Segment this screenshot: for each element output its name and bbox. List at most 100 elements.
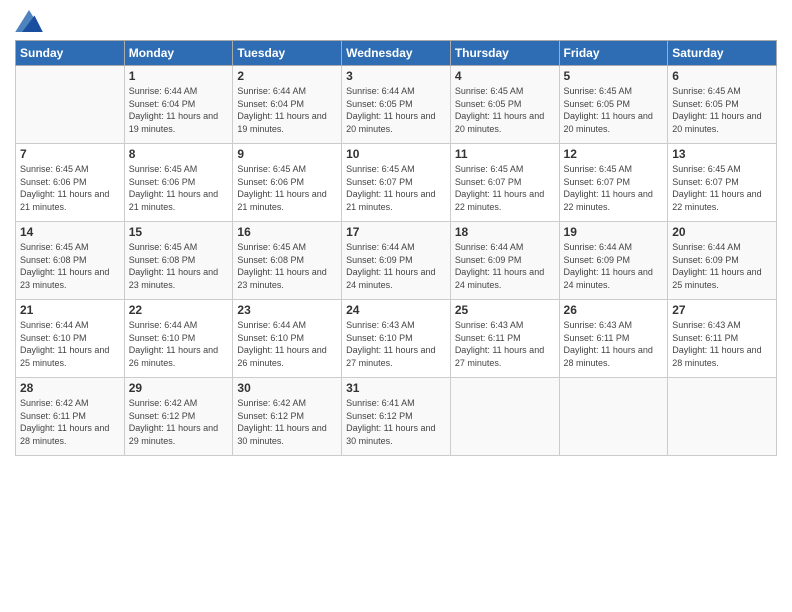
day-number: 6: [672, 69, 772, 83]
cell-info: Sunrise: 6:45 AMSunset: 6:06 PMDaylight:…: [129, 163, 229, 213]
cell-info: Sunrise: 6:41 AMSunset: 6:12 PMDaylight:…: [346, 397, 446, 447]
day-number: 7: [20, 147, 120, 161]
day-number: 24: [346, 303, 446, 317]
calendar-cell: 10 Sunrise: 6:45 AMSunset: 6:07 PMDaylig…: [342, 144, 451, 222]
day-number: 23: [237, 303, 337, 317]
main-container: SundayMondayTuesdayWednesdayThursdayFrid…: [0, 0, 792, 612]
day-number: 17: [346, 225, 446, 239]
day-number: 22: [129, 303, 229, 317]
day-number: 19: [564, 225, 664, 239]
calendar-cell: 19 Sunrise: 6:44 AMSunset: 6:09 PMDaylig…: [559, 222, 668, 300]
calendar-cell: [450, 378, 559, 456]
cell-info: Sunrise: 6:45 AMSunset: 6:07 PMDaylight:…: [455, 163, 555, 213]
cell-info: Sunrise: 6:45 AMSunset: 6:05 PMDaylight:…: [455, 85, 555, 135]
day-number: 25: [455, 303, 555, 317]
cell-info: Sunrise: 6:45 AMSunset: 6:08 PMDaylight:…: [129, 241, 229, 291]
cell-info: Sunrise: 6:45 AMSunset: 6:07 PMDaylight:…: [346, 163, 446, 213]
cell-info: Sunrise: 6:44 AMSunset: 6:09 PMDaylight:…: [672, 241, 772, 291]
week-row-0: 1 Sunrise: 6:44 AMSunset: 6:04 PMDayligh…: [16, 66, 777, 144]
calendar-cell: 13 Sunrise: 6:45 AMSunset: 6:07 PMDaylig…: [668, 144, 777, 222]
calendar-cell: 8 Sunrise: 6:45 AMSunset: 6:06 PMDayligh…: [124, 144, 233, 222]
calendar-cell: 20 Sunrise: 6:44 AMSunset: 6:09 PMDaylig…: [668, 222, 777, 300]
day-number: 27: [672, 303, 772, 317]
day-number: 11: [455, 147, 555, 161]
day-number: 3: [346, 69, 446, 83]
day-number: 13: [672, 147, 772, 161]
day-number: 29: [129, 381, 229, 395]
calendar-cell: 3 Sunrise: 6:44 AMSunset: 6:05 PMDayligh…: [342, 66, 451, 144]
calendar-cell: 2 Sunrise: 6:44 AMSunset: 6:04 PMDayligh…: [233, 66, 342, 144]
cell-info: Sunrise: 6:45 AMSunset: 6:08 PMDaylight:…: [237, 241, 337, 291]
day-number: 16: [237, 225, 337, 239]
calendar-cell: 4 Sunrise: 6:45 AMSunset: 6:05 PMDayligh…: [450, 66, 559, 144]
calendar-cell: [559, 378, 668, 456]
cell-info: Sunrise: 6:44 AMSunset: 6:04 PMDaylight:…: [237, 85, 337, 135]
cell-info: Sunrise: 6:44 AMSunset: 6:10 PMDaylight:…: [129, 319, 229, 369]
calendar-cell: 9 Sunrise: 6:45 AMSunset: 6:06 PMDayligh…: [233, 144, 342, 222]
col-header-tuesday: Tuesday: [233, 41, 342, 66]
cell-info: Sunrise: 6:44 AMSunset: 6:09 PMDaylight:…: [346, 241, 446, 291]
calendar-cell: 6 Sunrise: 6:45 AMSunset: 6:05 PMDayligh…: [668, 66, 777, 144]
calendar-cell: 5 Sunrise: 6:45 AMSunset: 6:05 PMDayligh…: [559, 66, 668, 144]
cell-info: Sunrise: 6:45 AMSunset: 6:05 PMDaylight:…: [564, 85, 664, 135]
day-number: 4: [455, 69, 555, 83]
day-number: 10: [346, 147, 446, 161]
calendar-cell: 17 Sunrise: 6:44 AMSunset: 6:09 PMDaylig…: [342, 222, 451, 300]
day-number: 28: [20, 381, 120, 395]
calendar-cell: 22 Sunrise: 6:44 AMSunset: 6:10 PMDaylig…: [124, 300, 233, 378]
calendar-cell: 23 Sunrise: 6:44 AMSunset: 6:10 PMDaylig…: [233, 300, 342, 378]
cell-info: Sunrise: 6:42 AMSunset: 6:11 PMDaylight:…: [20, 397, 120, 447]
cell-info: Sunrise: 6:44 AMSunset: 6:10 PMDaylight:…: [20, 319, 120, 369]
day-number: 30: [237, 381, 337, 395]
cell-info: Sunrise: 6:43 AMSunset: 6:10 PMDaylight:…: [346, 319, 446, 369]
cell-info: Sunrise: 6:43 AMSunset: 6:11 PMDaylight:…: [564, 319, 664, 369]
calendar-cell: 24 Sunrise: 6:43 AMSunset: 6:10 PMDaylig…: [342, 300, 451, 378]
day-number: 8: [129, 147, 229, 161]
cell-info: Sunrise: 6:43 AMSunset: 6:11 PMDaylight:…: [455, 319, 555, 369]
week-row-2: 14 Sunrise: 6:45 AMSunset: 6:08 PMDaylig…: [16, 222, 777, 300]
day-number: 2: [237, 69, 337, 83]
cell-info: Sunrise: 6:44 AMSunset: 6:09 PMDaylight:…: [564, 241, 664, 291]
cell-info: Sunrise: 6:44 AMSunset: 6:05 PMDaylight:…: [346, 85, 446, 135]
calendar-cell: [16, 66, 125, 144]
cell-info: Sunrise: 6:45 AMSunset: 6:06 PMDaylight:…: [237, 163, 337, 213]
day-number: 9: [237, 147, 337, 161]
day-number: 12: [564, 147, 664, 161]
calendar-cell: 27 Sunrise: 6:43 AMSunset: 6:11 PMDaylig…: [668, 300, 777, 378]
calendar-cell: 7 Sunrise: 6:45 AMSunset: 6:06 PMDayligh…: [16, 144, 125, 222]
calendar-cell: 16 Sunrise: 6:45 AMSunset: 6:08 PMDaylig…: [233, 222, 342, 300]
calendar-cell: 15 Sunrise: 6:45 AMSunset: 6:08 PMDaylig…: [124, 222, 233, 300]
cell-info: Sunrise: 6:45 AMSunset: 6:07 PMDaylight:…: [564, 163, 664, 213]
calendar-cell: 12 Sunrise: 6:45 AMSunset: 6:07 PMDaylig…: [559, 144, 668, 222]
calendar-cell: 18 Sunrise: 6:44 AMSunset: 6:09 PMDaylig…: [450, 222, 559, 300]
cell-info: Sunrise: 6:44 AMSunset: 6:09 PMDaylight:…: [455, 241, 555, 291]
day-number: 1: [129, 69, 229, 83]
cell-info: Sunrise: 6:43 AMSunset: 6:11 PMDaylight:…: [672, 319, 772, 369]
cell-info: Sunrise: 6:42 AMSunset: 6:12 PMDaylight:…: [129, 397, 229, 447]
calendar-cell: 29 Sunrise: 6:42 AMSunset: 6:12 PMDaylig…: [124, 378, 233, 456]
cell-info: Sunrise: 6:44 AMSunset: 6:10 PMDaylight:…: [237, 319, 337, 369]
calendar-cell: 1 Sunrise: 6:44 AMSunset: 6:04 PMDayligh…: [124, 66, 233, 144]
calendar-cell: 14 Sunrise: 6:45 AMSunset: 6:08 PMDaylig…: [16, 222, 125, 300]
day-number: 18: [455, 225, 555, 239]
week-row-1: 7 Sunrise: 6:45 AMSunset: 6:06 PMDayligh…: [16, 144, 777, 222]
calendar-table: SundayMondayTuesdayWednesdayThursdayFrid…: [15, 40, 777, 456]
calendar-cell: 30 Sunrise: 6:42 AMSunset: 6:12 PMDaylig…: [233, 378, 342, 456]
cell-info: Sunrise: 6:42 AMSunset: 6:12 PMDaylight:…: [237, 397, 337, 447]
week-row-3: 21 Sunrise: 6:44 AMSunset: 6:10 PMDaylig…: [16, 300, 777, 378]
day-number: 15: [129, 225, 229, 239]
cell-info: Sunrise: 6:45 AMSunset: 6:05 PMDaylight:…: [672, 85, 772, 135]
day-number: 26: [564, 303, 664, 317]
calendar-cell: [668, 378, 777, 456]
cell-info: Sunrise: 6:44 AMSunset: 6:04 PMDaylight:…: [129, 85, 229, 135]
col-header-monday: Monday: [124, 41, 233, 66]
cell-info: Sunrise: 6:45 AMSunset: 6:06 PMDaylight:…: [20, 163, 120, 213]
calendar-cell: 26 Sunrise: 6:43 AMSunset: 6:11 PMDaylig…: [559, 300, 668, 378]
col-header-sunday: Sunday: [16, 41, 125, 66]
calendar-cell: 28 Sunrise: 6:42 AMSunset: 6:11 PMDaylig…: [16, 378, 125, 456]
col-header-wednesday: Wednesday: [342, 41, 451, 66]
calendar-cell: 11 Sunrise: 6:45 AMSunset: 6:07 PMDaylig…: [450, 144, 559, 222]
col-header-thursday: Thursday: [450, 41, 559, 66]
logo: [15, 10, 47, 32]
calendar-cell: 25 Sunrise: 6:43 AMSunset: 6:11 PMDaylig…: [450, 300, 559, 378]
